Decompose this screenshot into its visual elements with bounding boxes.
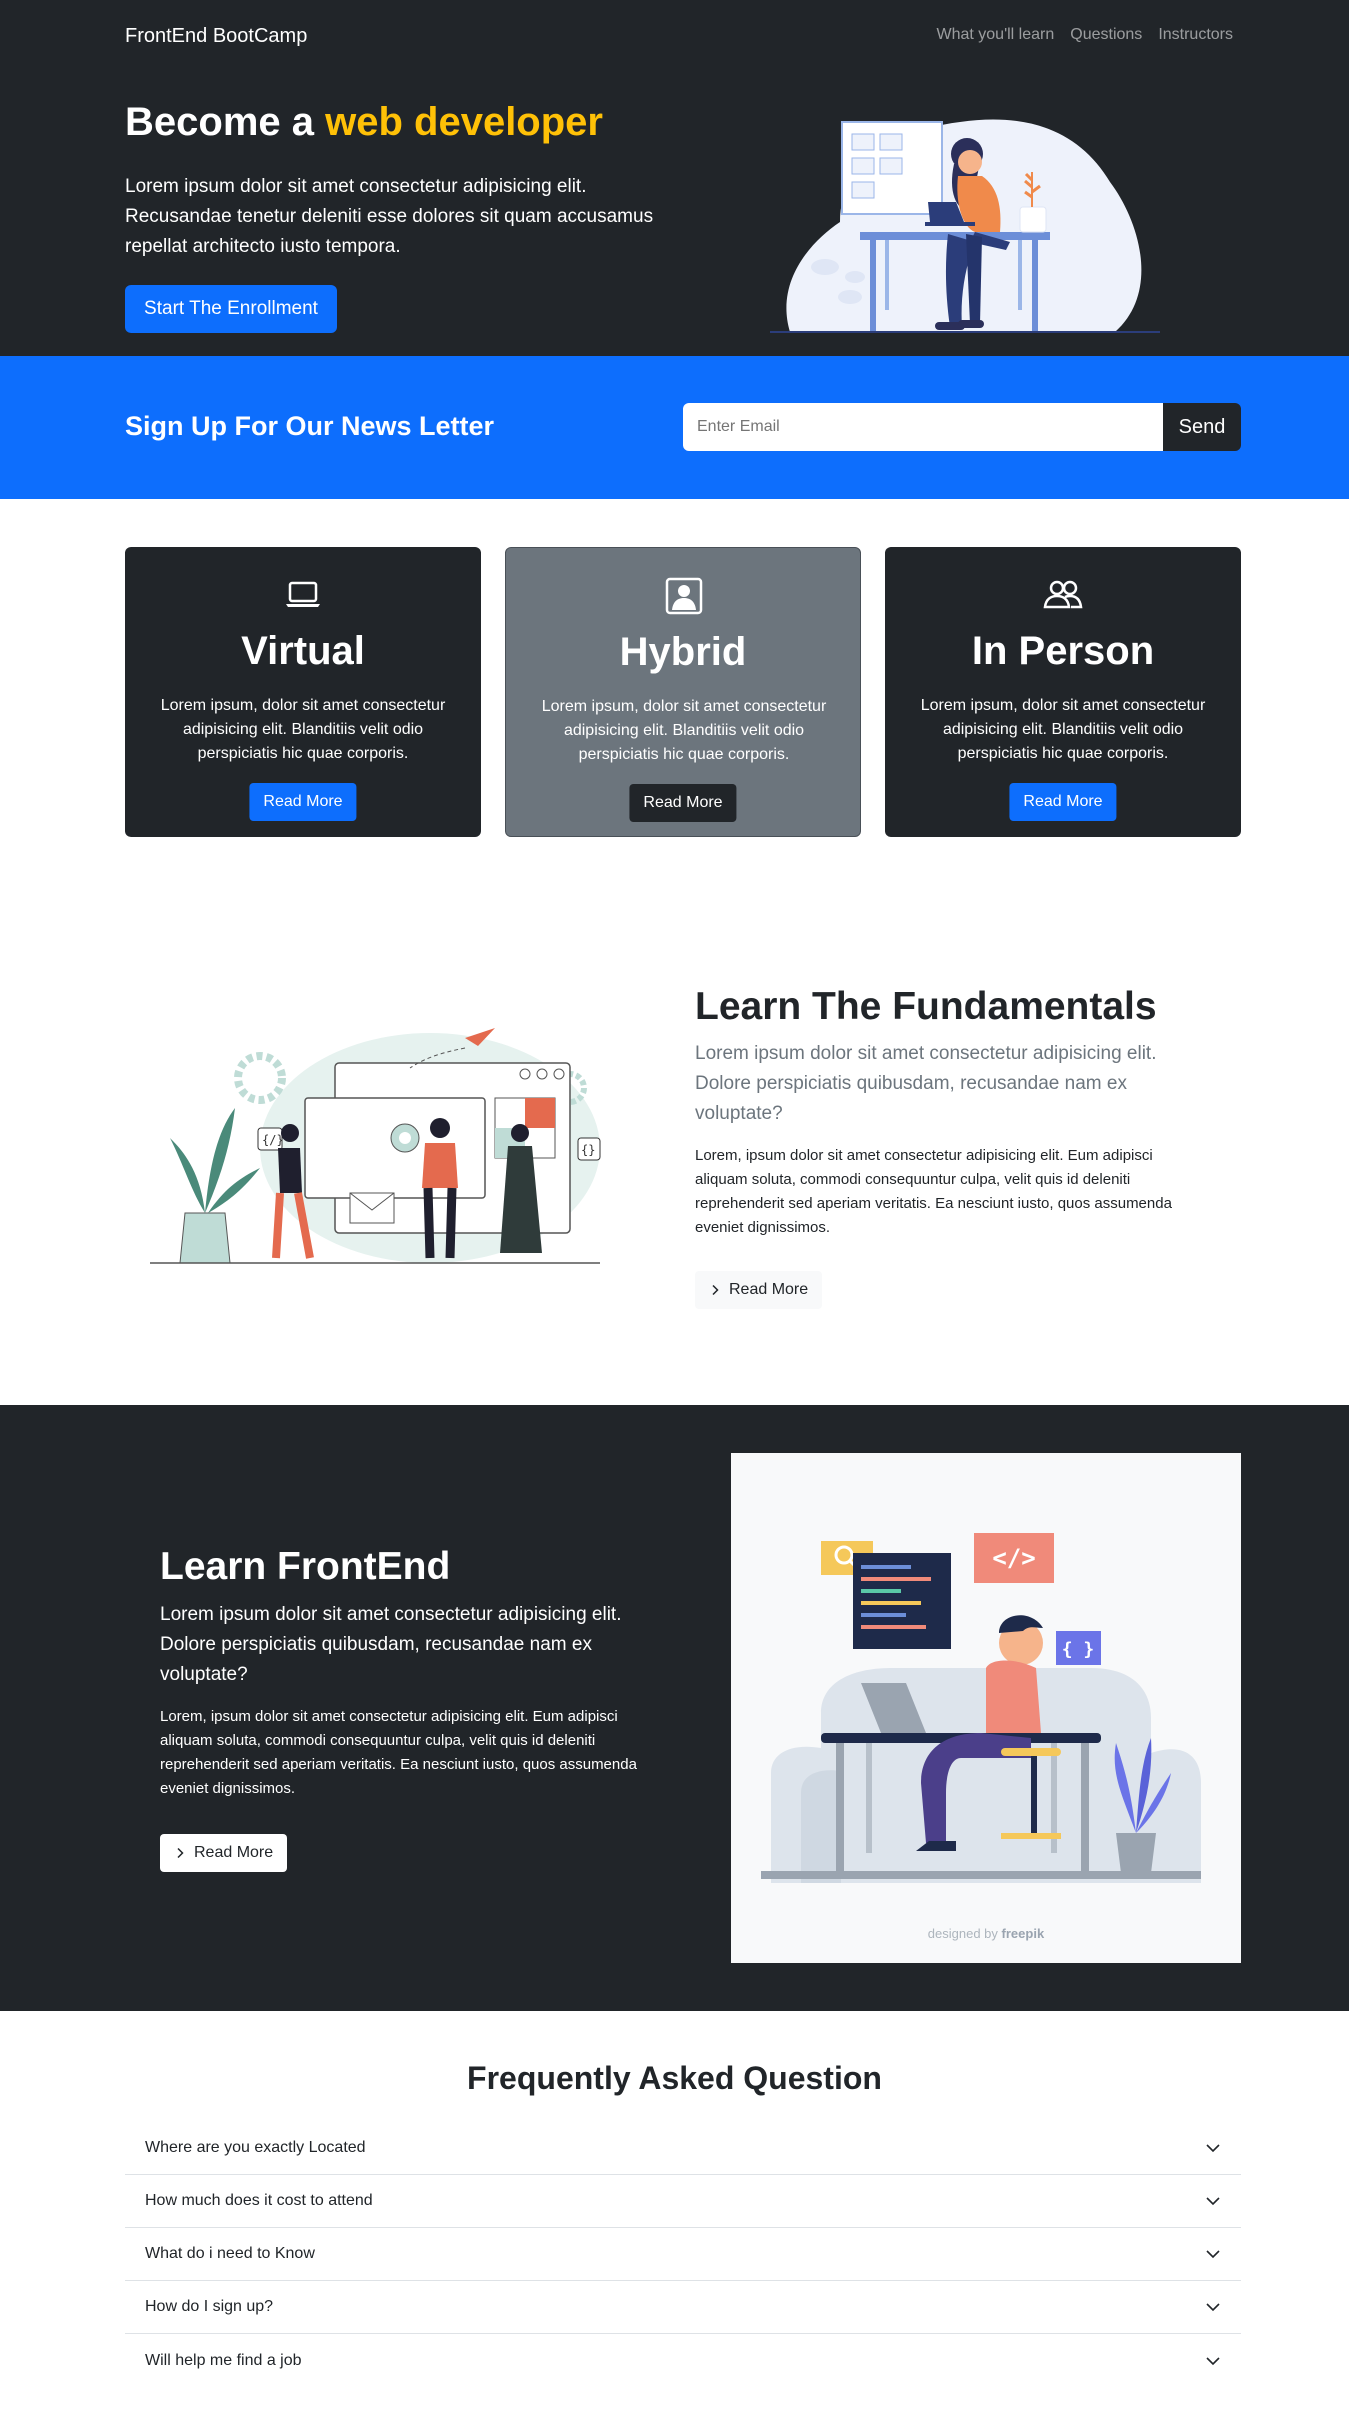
people-icon [1043,580,1083,609]
person-square-icon [665,577,703,615]
fundamentals-read-more-button[interactable]: Read More [695,1271,823,1309]
faq-item[interactable]: How much does it cost to attend [125,2175,1241,2228]
svg-text:{/}: {/} [262,1133,284,1147]
freepik-credit-brand: freepik [1001,1926,1045,1941]
fundamentals-read-more-label: Read More [729,1281,809,1298]
hero-title: Become a web developer [125,98,603,146]
start-enrollment-button[interactable]: Start The Enrollment [125,285,337,333]
faq-question: What do i need to Know [145,2245,315,2262]
faq-item[interactable]: How do I sign up? [125,2281,1241,2334]
card-in-person: In Person Lorem ipsum, dolor sit amet co… [885,547,1241,837]
nav-link-what-youll-learn[interactable]: What you'll learn [936,26,1054,44]
hero-title-highlight: web developer [325,100,603,144]
newsletter-title: Sign Up For Our News Letter [125,411,495,441]
card-title: In Person [971,629,1155,673]
send-button[interactable]: Send [1163,403,1241,451]
faq-question: How do I sign up? [145,2298,274,2315]
frontend-title: Learn FrontEnd [160,1545,451,1588]
read-more-button-hybrid[interactable]: Read More [629,784,737,822]
nav-links: What you'll learn Questions Instructors [936,26,1233,44]
freepik-credit-prefix: designed by [927,1926,998,1941]
faq-item[interactable]: What do i need to Know [125,2228,1241,2281]
card-hybrid: Hybrid Lorem ipsum, dolor sit amet conse… [505,547,861,837]
svg-text:{}: {} [581,1143,595,1157]
fundamentals-text: Lorem, ipsum dolor sit amet consectetur … [695,1147,1172,1236]
chevron-down-icon [1206,2250,1220,2259]
chevron-down-icon [1206,2303,1220,2312]
email-input[interactable] [683,403,1163,451]
card-text: Lorem ipsum, dolor sit amet consectetur … [541,698,827,763]
navbar: FrontEnd BootCamp What you'll learn Ques… [0,0,1349,72]
faq-item[interactable]: Where are you exactly Located [125,2122,1241,2175]
hero-section: Become a web developer Lorem ipsum dolor… [0,72,1349,356]
faq-item[interactable]: Will help me find a job [125,2334,1241,2387]
freepik-credit: designed by freepik [731,1926,1241,1941]
laptop-icon [286,581,320,607]
card-text: Lorem ipsum, dolor sit amet consectetur … [920,697,1206,762]
team-whiteboard-illustration: {/} {} [150,1028,601,1264]
newsletter-section: Sign Up For Our News Letter Send [0,356,1349,499]
faq-question: Where are you exactly Located [145,2139,366,2156]
frontend-image: </> { } designed by freepik [731,1453,1241,1963]
card-title: Hybrid [619,630,747,674]
frontend-read-more-button[interactable]: Read More [160,1834,288,1872]
faq-accordion: Where are you exactly Located How much d… [125,2122,1241,2387]
fundamentals-lead: Lorem ipsum dolor sit amet consectetur a… [695,1043,1157,1124]
chevron-down-icon [1206,2144,1220,2153]
frontend-read-more-label: Read More [194,1844,274,1861]
nav-link-questions[interactable]: Questions [1070,26,1142,44]
card-text: Lorem ipsum, dolor sit amet consectetur … [160,697,446,762]
fundamentals-title: Learn The Fundamentals [695,985,1157,1028]
chevron-right-icon [177,1847,184,1859]
developer-illustration [770,119,1160,333]
coder-desk-illustration: </> { } [761,1533,1201,1883]
hero-title-prefix: Become a [125,100,314,144]
chevron-right-icon [712,1284,719,1296]
faq-question: Will help me find a job [145,2351,302,2369]
card-title: Virtual [241,629,365,673]
frontend-text: Lorem, ipsum dolor sit amet consectetur … [160,1708,637,1797]
frontend-lead: Lorem ipsum dolor sit amet consectetur a… [160,1604,622,1685]
read-more-button-virtual[interactable]: Read More [249,783,357,821]
card-virtual: Virtual Lorem ipsum, dolor sit amet cons… [125,547,481,837]
svg-text:</>: </> [992,1544,1035,1572]
frontend-section: Learn FrontEnd Lorem ipsum dolor sit ame… [0,1405,1349,2011]
navbar-brand[interactable]: FrontEnd BootCamp [125,25,307,48]
faq-title: Frequently Asked Question [467,2060,882,2096]
read-more-button-in-person[interactable]: Read More [1009,783,1117,821]
chevron-down-icon [1206,2197,1220,2206]
hero-lead: Lorem ipsum dolor sit amet consectetur a… [125,176,654,257]
chevron-down-icon [1206,2356,1220,2365]
faq-question: How much does it cost to attend [145,2192,373,2209]
svg-text:{ }: { } [1062,1639,1095,1660]
nav-link-instructors[interactable]: Instructors [1158,26,1233,44]
